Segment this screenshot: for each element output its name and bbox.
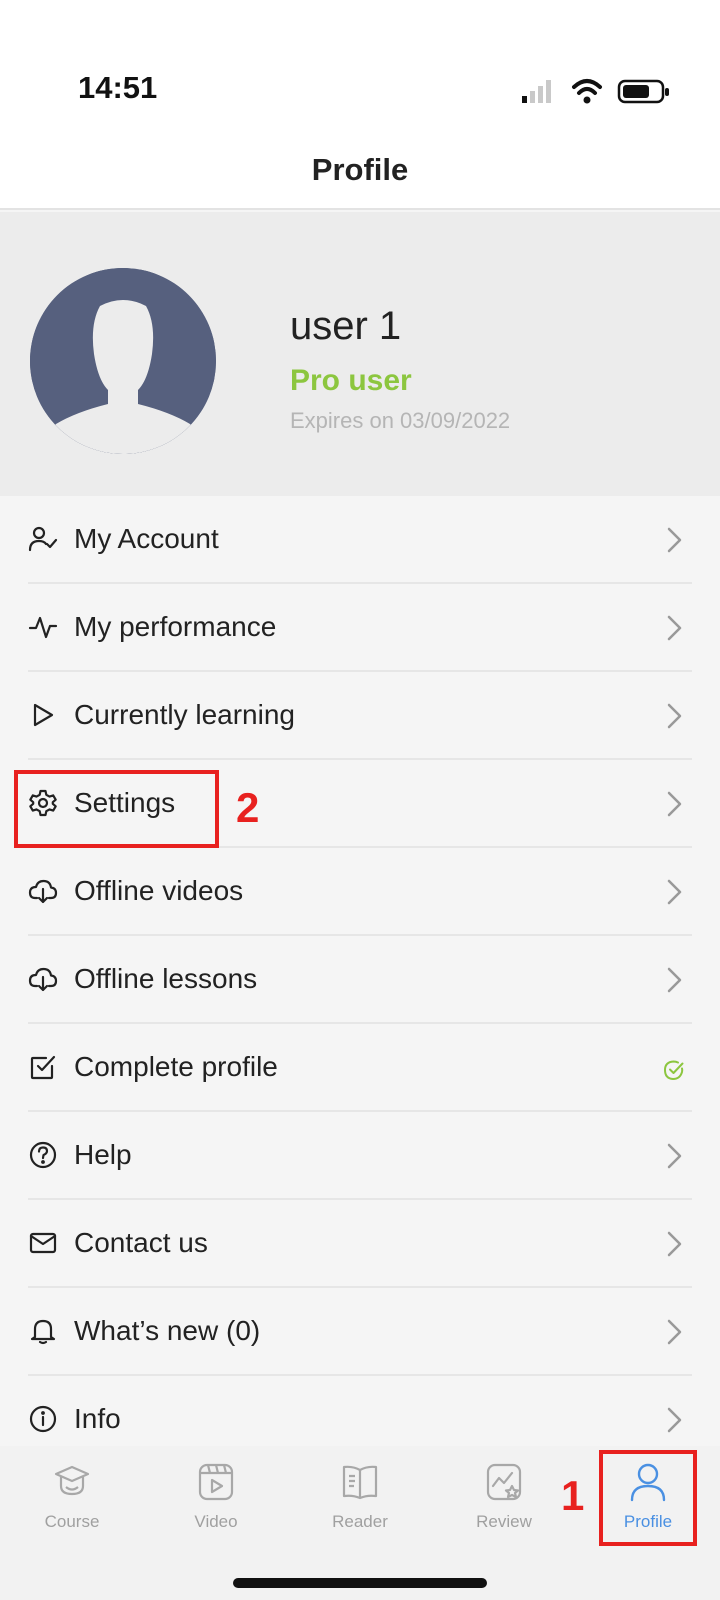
annotation-box-settings <box>14 770 219 848</box>
menu-item-label: Offline lessons <box>74 963 258 994</box>
navigation-header: Profile <box>0 130 720 210</box>
cloud-download-icon <box>28 876 58 906</box>
status-icons <box>522 76 672 106</box>
tab-reader[interactable]: Reader <box>288 1446 432 1546</box>
book-icon <box>338 1460 382 1504</box>
menu-item-label: Help <box>74 1139 132 1170</box>
chevron-right-icon <box>664 966 684 994</box>
menu-item-complete-profile[interactable]: Complete profile <box>0 1024 720 1112</box>
menu-item-offline-videos[interactable]: Offline videos <box>0 848 720 936</box>
pulse-icon <box>28 612 58 642</box>
menu-item-label: Currently learning <box>74 699 295 730</box>
menu-item-whats-new[interactable]: What’s new (0) <box>0 1288 720 1376</box>
chevron-right-icon <box>664 1142 684 1170</box>
menu-item-label: My Account <box>74 523 219 554</box>
menu-item-label: Contact us <box>74 1227 208 1258</box>
mail-icon <box>28 1228 58 1258</box>
account-icon <box>28 524 58 554</box>
chevron-right-icon <box>664 1230 684 1258</box>
chevron-right-icon <box>664 1318 684 1346</box>
page-title: Profile <box>311 152 409 187</box>
check-circle-icon <box>662 1058 686 1082</box>
bell-icon <box>28 1316 58 1346</box>
menu-item-my-performance[interactable]: My performance <box>0 584 720 672</box>
subscription-expiry: Expires on 03/09/2022 <box>290 408 511 433</box>
chevron-right-icon <box>664 790 684 818</box>
help-icon <box>28 1140 58 1170</box>
video-icon <box>194 1460 238 1504</box>
annotation-box-profile-tab <box>599 1450 697 1546</box>
signal-icon <box>522 80 551 103</box>
menu-item-info[interactable]: Info <box>0 1376 720 1446</box>
tab-course[interactable]: Course <box>0 1446 144 1546</box>
avatar[interactable] <box>30 268 216 454</box>
status-time: 14:51 <box>78 70 158 105</box>
chevron-right-icon <box>664 1406 684 1434</box>
chevron-right-icon <box>664 702 684 730</box>
info-icon <box>28 1404 58 1434</box>
tab-label: Reader <box>332 1512 388 1531</box>
default-avatar-icon <box>30 268 216 454</box>
profile-menu: My Account My performance Currently lear… <box>0 496 720 1446</box>
checkbox-icon <box>28 1052 58 1082</box>
menu-item-label: Complete profile <box>74 1051 278 1082</box>
review-icon <box>482 1460 526 1504</box>
chevron-right-icon <box>664 614 684 642</box>
home-indicator <box>233 1578 487 1588</box>
chevron-right-icon <box>664 526 684 554</box>
menu-item-currently-learning[interactable]: Currently learning <box>0 672 720 760</box>
menu-item-my-account[interactable]: My Account <box>0 496 720 584</box>
tab-review[interactable]: Review <box>432 1446 576 1546</box>
annotation-step-2: 2 <box>236 784 260 831</box>
wifi-icon <box>572 79 602 104</box>
graduation-cap-icon <box>50 1460 94 1504</box>
status-bar: 14:51 <box>0 0 720 130</box>
menu-item-help[interactable]: Help <box>0 1112 720 1200</box>
play-icon <box>28 700 58 730</box>
battery-icon <box>617 79 669 104</box>
menu-item-label: Info <box>74 1403 121 1434</box>
tab-label: Video <box>194 1512 238 1531</box>
user-name: user 1 <box>290 304 402 348</box>
menu-item-label: My performance <box>74 611 277 642</box>
user-plan-badge: Pro user <box>290 364 412 397</box>
menu-item-label: Offline videos <box>74 875 244 906</box>
menu-item-label: What’s new (0) <box>74 1315 261 1346</box>
menu-item-offline-lessons[interactable]: Offline lessons <box>0 936 720 1024</box>
tab-label: Course <box>44 1512 100 1531</box>
profile-card[interactable]: user 1 Pro user Expires on 03/09/2022 <box>0 212 720 496</box>
annotation-step-1: 1 <box>561 1472 585 1519</box>
chevron-right-icon <box>664 878 684 906</box>
cloud-download-icon <box>28 964 58 994</box>
tab-video[interactable]: Video <box>144 1446 288 1546</box>
menu-item-contact-us[interactable]: Contact us <box>0 1200 720 1288</box>
tab-label: Review <box>476 1512 532 1531</box>
